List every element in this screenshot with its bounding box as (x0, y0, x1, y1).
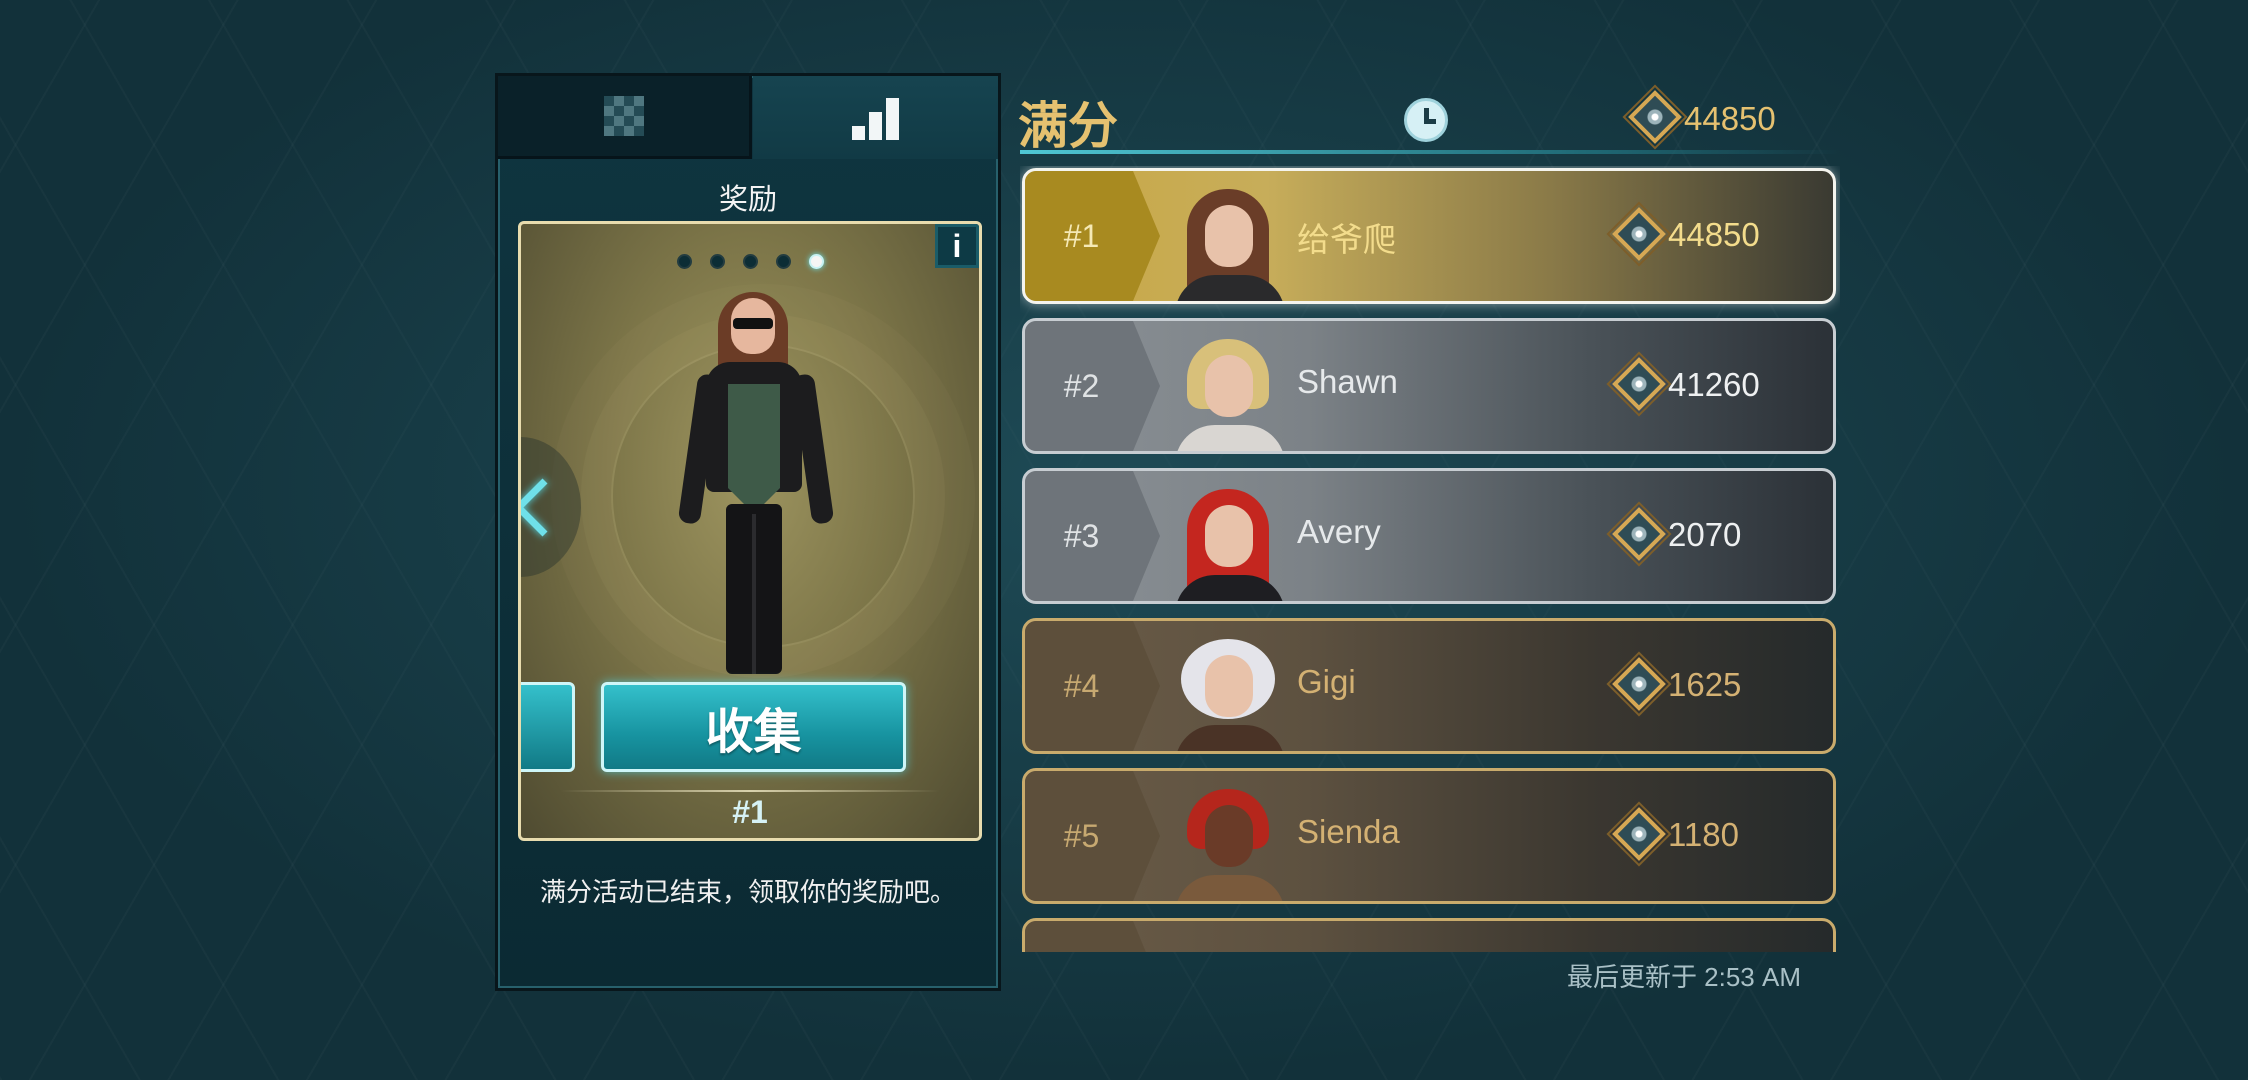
gem-icon (1606, 351, 1672, 417)
player-score: 1180 (1668, 816, 1739, 853)
reward-rank-label: #1 (732, 794, 768, 830)
player-score: 2070 (1668, 516, 1742, 553)
header-divider (1020, 150, 1840, 154)
player-name: Sienda (1297, 813, 1400, 850)
reward-card: i 收集 #1 (518, 221, 982, 841)
rank-badge: #3 (1025, 471, 1160, 601)
my-score: 44850 (1684, 100, 1776, 137)
leaderboard-row[interactable]: #2 Shawn 41260 (1022, 318, 1836, 454)
player-avatar (1175, 633, 1285, 751)
carousel-dot[interactable] (775, 254, 791, 269)
chevron-left-icon (521, 478, 572, 536)
leaderboard-title: 满分 (1018, 98, 1118, 154)
player-score: 44850 (1668, 216, 1760, 253)
player-name: Avery (1297, 513, 1381, 550)
rank-badge: #2 (1025, 321, 1160, 451)
player-avatar (1175, 483, 1285, 601)
leaderboard-row-partial[interactable] (1022, 918, 1836, 952)
player-avatar (1175, 783, 1285, 901)
player-name: 给爷爬 (1297, 221, 1396, 258)
player-name: Shawn (1297, 363, 1398, 400)
carousel-dot[interactable] (742, 254, 758, 269)
previous-collect-button-peek (521, 682, 575, 772)
tab-collection[interactable] (498, 76, 752, 159)
gem-icon (1606, 651, 1672, 717)
gem-icon (1622, 84, 1688, 150)
checker-grid-icon (603, 96, 644, 136)
clock-icon[interactable] (1404, 98, 1448, 142)
last-updated-text: 最后更新于 2:53 AM (1566, 962, 1801, 992)
rank-badge: #5 (1025, 771, 1160, 901)
player-score: 1625 (1668, 666, 1742, 703)
leaderboard-list[interactable]: #1 给爷爬 44850 #2 Shawn 41260 #3 Avery 207… (1020, 166, 1840, 952)
tab-ranking[interactable] (753, 76, 998, 159)
leaderboard-row[interactable]: #4 Gigi 1625 (1022, 618, 1836, 754)
reward-panel: 奖励 i 收集 #1 满分活动已结束，领取你的奖励吧。 (495, 73, 1001, 991)
leaderboard-row[interactable]: #1 给爷爬 44850 (1022, 168, 1836, 304)
gem-icon (1606, 501, 1672, 567)
player-score: 41260 (1668, 366, 1760, 403)
leaderboard-row[interactable]: #5 Sienda 1180 (1022, 768, 1836, 904)
leaderboard-header: 满分 44850 (1018, 82, 1840, 154)
carousel-dot-active[interactable] (808, 254, 824, 269)
rank-badge: #4 (1025, 621, 1160, 751)
carousel-dot[interactable] (676, 254, 692, 269)
carousel-dot[interactable] (709, 254, 725, 269)
rank-badge: #1 (1025, 171, 1160, 301)
info-button[interactable]: i (935, 224, 979, 268)
leaderboard-row[interactable]: #3 Avery 2070 (1022, 468, 1836, 604)
gem-icon (1606, 801, 1672, 867)
gem-icon (1606, 201, 1672, 267)
player-avatar (1175, 183, 1285, 301)
event-ended-message: 满分活动已结束，领取你的奖励吧。 (539, 877, 956, 907)
panel-title: 奖励 (718, 184, 777, 216)
reward-avatar-preview (677, 284, 835, 684)
previous-reward-button[interactable] (521, 437, 581, 577)
rank-badge (1025, 921, 1160, 952)
ranking-bars-icon (852, 96, 899, 140)
player-avatar (1175, 333, 1285, 451)
player-name: Gigi (1297, 663, 1356, 700)
divider (561, 790, 939, 792)
collect-button[interactable]: 收集 (601, 682, 906, 772)
carousel-dots (521, 254, 979, 269)
